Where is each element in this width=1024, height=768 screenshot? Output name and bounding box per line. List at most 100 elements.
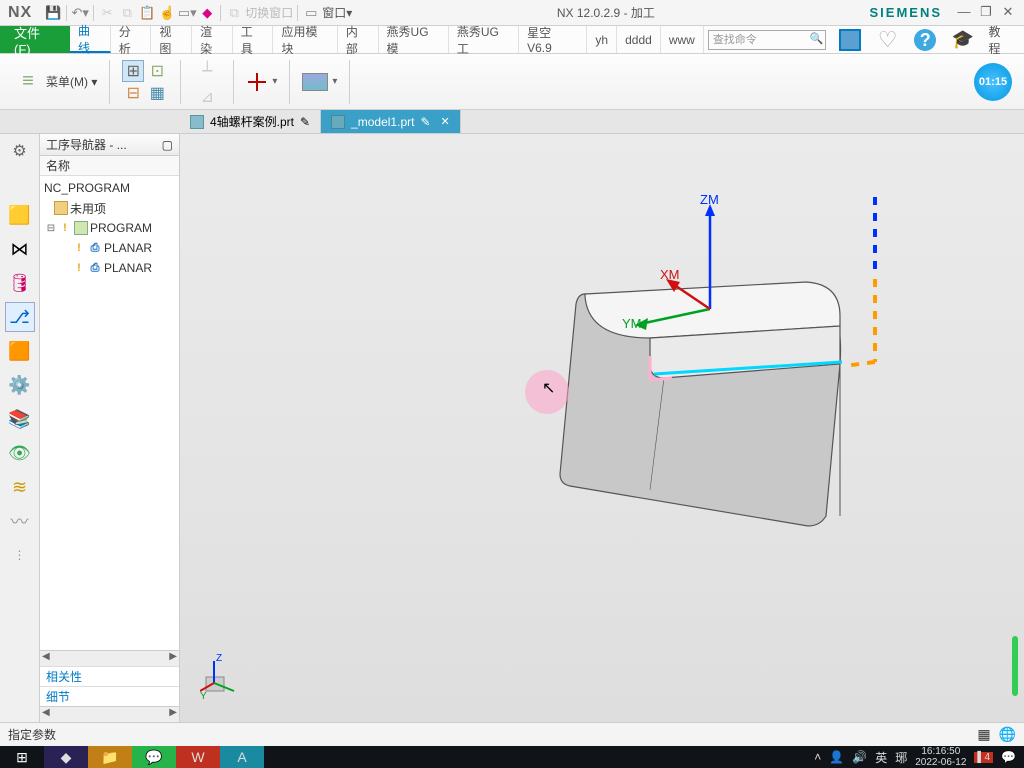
notifications-icon[interactable]: 💬 <box>1001 750 1016 764</box>
tree-root[interactable]: NC_PROGRAM <box>40 178 179 198</box>
copy-icon[interactable]: ⧉ <box>118 4 136 22</box>
toolpath-b-icon[interactable]: ⊡ <box>146 60 168 82</box>
rail-machine-icon[interactable]: 🛢 <box>5 268 35 298</box>
menu-file[interactable]: 文件(F) <box>0 26 70 53</box>
tree-program[interactable]: ⊟ ! PROGRAM <box>40 218 179 238</box>
rail-operation-icon[interactable]: ⎇ <box>5 302 35 332</box>
folder-icon <box>54 201 68 215</box>
nav-related[interactable]: 相关性 <box>40 666 179 686</box>
status-globe-icon[interactable]: 🌐 <box>999 726 1016 743</box>
menu-analyze[interactable]: 分析 <box>111 26 152 53</box>
menu-tools[interactable]: 工具 <box>233 26 274 53</box>
display-dropdown[interactable]: ▾ <box>332 76 337 87</box>
menu-yh[interactable]: yh <box>587 26 617 53</box>
status-bar: 指定参数 ▦ 🌐 <box>0 722 1024 746</box>
minimize-button[interactable]: — <box>956 6 972 20</box>
menu-yx-mold[interactable]: 燕秀UG模 <box>379 26 449 53</box>
close-button[interactable]: ✕ <box>1000 6 1016 20</box>
nav-details[interactable]: 细节 <box>40 686 179 706</box>
tree-op-1[interactable]: ! ⎙ PLANAR <box>40 238 179 258</box>
hamburger-icon[interactable]: ≡ <box>14 68 42 96</box>
navigator-column-header[interactable]: 名称 <box>40 156 179 176</box>
rail-machine2-icon[interactable]: ⚙️ <box>5 370 35 400</box>
operation-icon: ⎙ <box>88 241 102 255</box>
learn-icon[interactable]: 🎓 <box>951 28 975 52</box>
measure-a-icon[interactable]: ⟂ <box>193 53 221 81</box>
task-app-2[interactable]: A <box>220 746 264 768</box>
origin-dropdown[interactable]: ▾ <box>272 76 277 87</box>
start-button[interactable]: ⊞ <box>0 746 44 768</box>
task-app-1[interactable]: ◆ <box>44 746 88 768</box>
doc-tab-1[interactable]: _model1.prt ✎ ✕ <box>321 110 461 133</box>
menu-curve[interactable]: 曲线 <box>70 26 111 53</box>
task-wechat[interactable]: 💬 <box>132 746 176 768</box>
menu-render[interactable]: 渲染 <box>192 26 233 53</box>
operation-navigator: 工序导航器 - ... ▢ 名称 NC_PROGRAM 未用项 ⊟ ! PROG… <box>40 134 180 722</box>
toolpath-c-icon[interactable]: ⊟ <box>122 82 144 104</box>
ime-lang[interactable]: 英 <box>875 749 887 766</box>
warn-icon: ! <box>72 241 86 255</box>
menu-internal[interactable]: 内部 <box>338 26 379 53</box>
toolpath-d-icon[interactable]: ▦ <box>146 82 168 104</box>
ime-mode[interactable]: 琊 <box>895 749 907 766</box>
menu-view[interactable]: 视图 <box>151 26 192 53</box>
nav-hscroll-2[interactable]: ◀▶ <box>40 706 179 722</box>
undo-icon[interactable]: ↶▾ <box>71 4 89 22</box>
rail-assembly-icon[interactable]: 🟨 <box>5 200 35 230</box>
paste-icon[interactable]: 📋 <box>138 4 156 22</box>
command-search[interactable]: 查找命令 <box>708 30 827 50</box>
menu-dddd[interactable]: dddd <box>617 26 661 53</box>
task-explorer[interactable]: 📁 <box>88 746 132 768</box>
touch-icon[interactable]: ☝ <box>158 4 176 22</box>
restore-button[interactable]: ❐ <box>978 6 994 20</box>
navigator-tree: NC_PROGRAM 未用项 ⊟ ! PROGRAM ! ⎙ PLANAR ! … <box>40 176 179 650</box>
tray-volume-icon[interactable]: 🔊 <box>852 750 867 764</box>
dirty-icon: ✎ <box>300 115 310 129</box>
tree-unused[interactable]: 未用项 <box>40 198 179 218</box>
measure-b-icon[interactable]: ⊿ <box>193 83 221 111</box>
tray-up-icon[interactable]: ˄ <box>814 750 821 764</box>
help-icon[interactable]: ? <box>913 28 937 52</box>
window-menu-icon[interactable]: ▭ <box>302 4 320 22</box>
menu-yx-tool[interactable]: 燕秀UG工 <box>449 26 519 53</box>
settings-icon[interactable]: ⚙ <box>5 136 35 166</box>
layer-dropdown-icon[interactable]: ▭▾ <box>178 4 196 22</box>
rail-more-icon[interactable]: ⋮ <box>5 540 35 570</box>
axis-y-label: YM <box>622 316 642 331</box>
switch-window-label: 切换窗口 <box>245 4 293 21</box>
fullscreen-icon[interactable] <box>838 28 862 52</box>
rail-layers-icon[interactable]: ≋ <box>5 472 35 502</box>
ribbon-menu-label[interactable]: 菜单(M) ▾ <box>46 73 97 90</box>
menu-xk[interactable]: 星空 V6.9 <box>519 26 587 53</box>
doc-tab-0[interactable]: 4轴螺杆案例.prt ✎ <box>180 110 321 133</box>
cut-icon[interactable]: ✂ <box>98 4 116 22</box>
tree-op-2[interactable]: ! ⎙ PLANAR <box>40 258 179 278</box>
eraser-icon[interactable]: ◆ <box>198 4 216 22</box>
favorites-icon[interactable]: ♡ <box>876 28 900 52</box>
collapse-icon[interactable]: ⊟ <box>46 223 56 234</box>
viewport-3d[interactable]: ZM XM YM ↖ Z Y <box>180 134 1024 722</box>
save-icon[interactable]: 💾 <box>44 4 62 22</box>
tray-people-icon[interactable]: 👤 <box>829 750 844 764</box>
window-menu-label[interactable]: 窗口▾ <box>322 4 352 21</box>
task-wps[interactable]: W <box>176 746 220 768</box>
nav-hscroll[interactable]: ◀▶ <box>40 650 179 666</box>
rail-view-icon[interactable]: 👁 <box>5 438 35 468</box>
tab-close-icon[interactable]: ✕ <box>437 115 450 128</box>
menu-www[interactable]: www <box>661 26 704 53</box>
display-icon[interactable] <box>302 73 328 91</box>
menu-app[interactable]: 应用模块 <box>273 26 337 53</box>
view-scroll-indicator[interactable] <box>1012 636 1018 696</box>
switch-window-icon[interactable]: ⧉ <box>225 4 243 22</box>
tray-flag-icon[interactable]: ▌4 <box>974 752 993 763</box>
rail-sheet-icon[interactable]: 🟧 <box>5 336 35 366</box>
status-layer-icon[interactable]: ▦ <box>977 726 990 743</box>
rail-book-icon[interactable]: 📚 <box>5 404 35 434</box>
system-clock[interactable]: 16:16:50 2022-06-12 <box>915 746 966 768</box>
tutorial-label[interactable]: 教程 <box>988 23 1012 57</box>
rail-curve-icon[interactable]: 〰 <box>5 506 35 536</box>
navigator-pin-icon[interactable]: ▢ <box>162 138 173 152</box>
rail-constraint-icon[interactable]: ⋈ <box>5 234 35 264</box>
origin-icon[interactable] <box>246 71 268 93</box>
toolpath-icon[interactable]: ⊞ <box>122 60 144 82</box>
